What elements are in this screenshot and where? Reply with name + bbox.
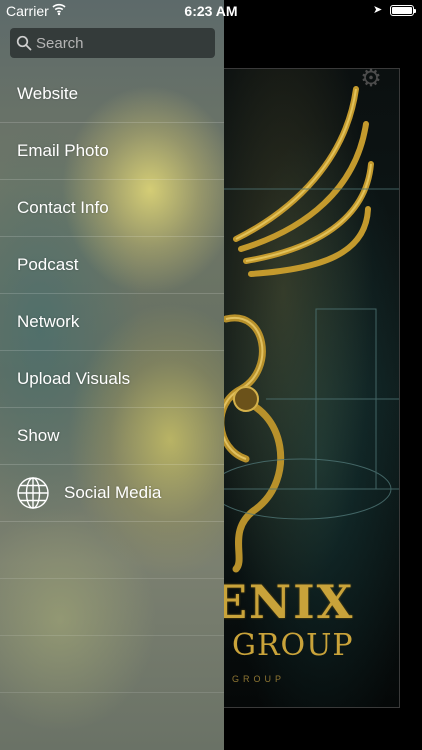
search-bar[interactable] [10, 28, 235, 58]
battery-fill [392, 7, 412, 14]
menu-item-label: Email Photo [17, 141, 109, 160]
menu-item-label: Podcast [17, 255, 79, 274]
search-input[interactable] [36, 34, 235, 52]
status-time: 6:23 AM [184, 3, 238, 19]
side-drawer: Website Email Photo Contact Info Podcast… [0, 0, 235, 750]
menu-item-show[interactable]: Show [0, 408, 224, 465]
globe-icon [17, 477, 49, 509]
menu-item-network[interactable]: Network [0, 294, 224, 351]
menu-empty-row [0, 579, 224, 636]
menu-item-upload-visuals[interactable]: Upload Visuals [0, 351, 224, 408]
menu-item-label: Contact Info [17, 198, 109, 217]
battery-icon [390, 5, 416, 16]
menu-item-label: Website [17, 84, 79, 103]
location-arrow-icon: ➤ [373, 4, 383, 16]
hero-subtitle: GROUP [232, 628, 354, 663]
menu-item-label: Social Media [64, 483, 162, 502]
menu-empty-row [0, 522, 224, 579]
search-icon [16, 35, 32, 51]
gear-icon: ⚙ [360, 65, 382, 92]
menu-item-social-media[interactable]: Social Media [0, 465, 224, 522]
status-bar: Carrier 6:23 AM ➤ [0, 0, 422, 22]
hero-title: ENIX [212, 575, 355, 629]
menu-list: Website Email Photo Contact Info Podcast… [0, 66, 224, 693]
menu-item-label: Show [17, 426, 60, 445]
menu-empty-row [0, 636, 224, 693]
menu-item-label: Network [17, 312, 80, 331]
menu-item-label: Upload Visuals [17, 369, 131, 388]
hero-tagline: GROUP [232, 674, 286, 684]
settings-button[interactable]: ⚙ [358, 66, 384, 92]
menu-item-website[interactable]: Website [0, 66, 224, 123]
menu-item-email-photo[interactable]: Email Photo [0, 123, 224, 180]
menu-item-podcast[interactable]: Podcast [0, 237, 224, 294]
menu-item-contact-info[interactable]: Contact Info [0, 180, 224, 237]
